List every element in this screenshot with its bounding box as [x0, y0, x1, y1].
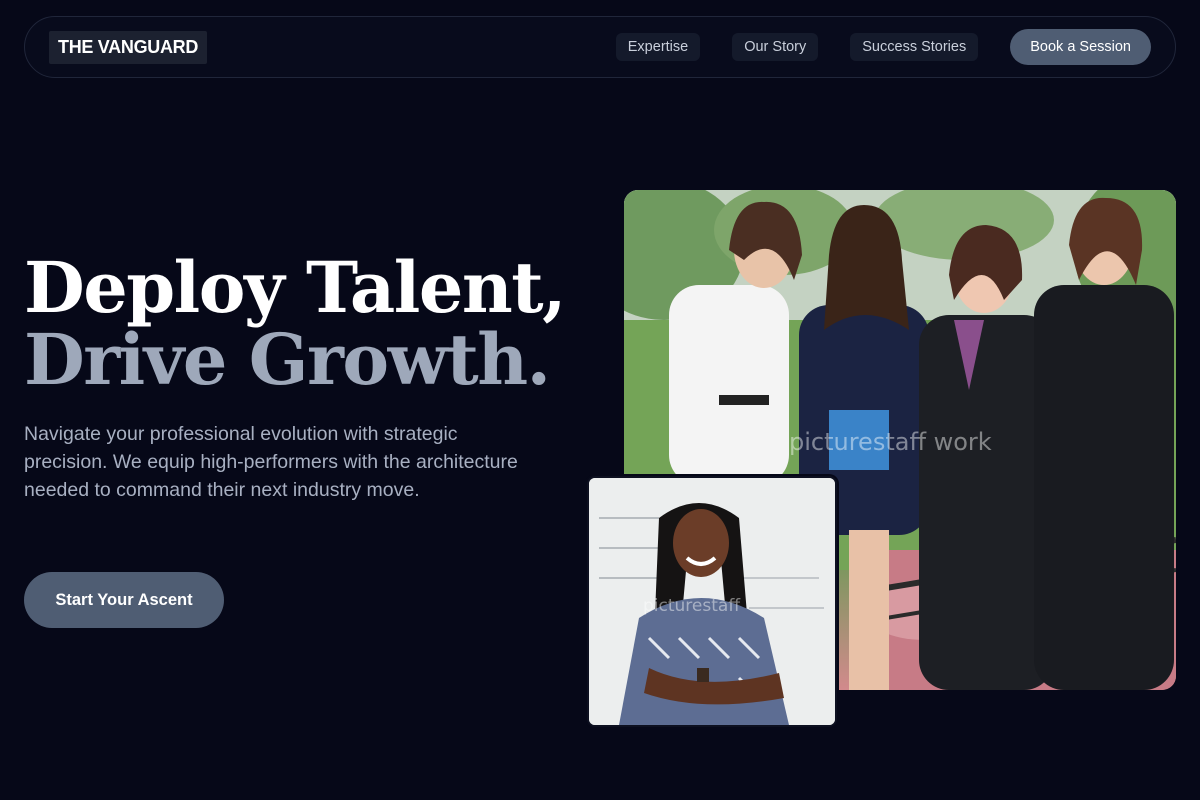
headline-line-2: Drive Growth.	[24, 318, 551, 401]
nav-link-our-story[interactable]: Our Story	[732, 33, 819, 61]
start-ascent-button[interactable]: Start Your Ascent	[24, 572, 224, 628]
book-session-button[interactable]: Book a Session	[1010, 29, 1151, 65]
main-photo-watermark: picturestaff work	[789, 428, 992, 456]
site-logo[interactable]: THE VANGUARD	[49, 30, 208, 64]
hero-lead-text: Navigate your professional evolution wit…	[24, 423, 518, 501]
nav-link-success-stories[interactable]: Success Stories	[850, 33, 979, 61]
hero-headline: Deploy Talent, Drive Growth.	[24, 246, 566, 401]
nav-links: Expertise Our Story Success Stories Book…	[584, 29, 1151, 65]
portrait-photo: picturestaff	[587, 476, 837, 727]
portrait-photo-watermark: picturestaff	[643, 596, 741, 616]
nav-link-expertise[interactable]: Expertise	[615, 33, 701, 61]
top-nav: THE VANGUARD Expertise Our Story Success…	[24, 16, 1176, 78]
headline-line-1: Deploy Talent,	[24, 246, 566, 329]
